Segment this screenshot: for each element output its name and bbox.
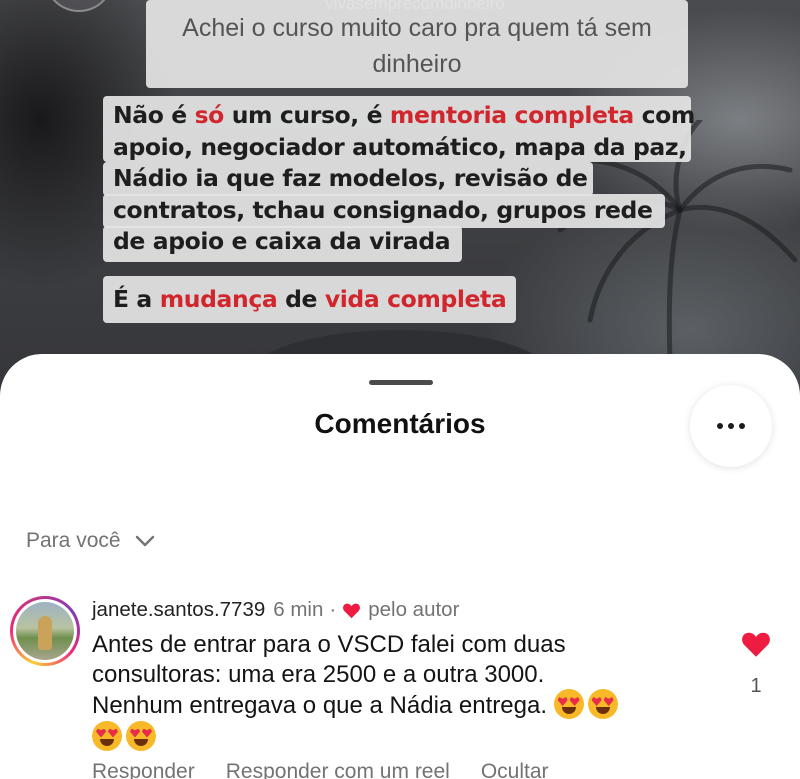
comment-line-4 — [92, 720, 692, 753]
sort-filter-dropdown[interactable]: Para você — [26, 528, 155, 554]
avatar-figure — [38, 616, 52, 650]
comment-line-1: Antes de entrar para o VSCD falei com du… — [92, 631, 566, 658]
heart-eyes-emoji — [553, 689, 584, 719]
comment-line-3: Nenhum entregava o que a Nádia entrega. — [92, 692, 547, 719]
reply-with-reel-button[interactable]: Responder com um reel — [226, 760, 450, 779]
answer-line-3: Nádio ia que faz modelos, revisão de — [113, 164, 588, 192]
reply-button[interactable]: Responder — [92, 760, 195, 779]
comment-timestamp: 6 min — [273, 598, 324, 621]
comment-actions: Responder Responder com um reel Ocultar — [92, 760, 549, 779]
sheet-drag-handle[interactable] — [369, 380, 433, 385]
heart-eyes-emoji — [92, 720, 122, 751]
comment-text: Antes de entrar para o VSCD falei com du… — [92, 630, 692, 752]
sheet-title: Comentários — [314, 408, 486, 439]
more-options-button[interactable] — [690, 385, 772, 467]
comment-separator: · — [329, 598, 337, 621]
comment-line-2: consultoras: uma era 2500 e a outra 3000… — [92, 660, 545, 688]
answer-line-5: de apoio e caixa da virada — [113, 227, 451, 255]
comment-username[interactable]: janete.santos.7739 — [92, 598, 265, 622]
liked-by-author-heart-icon — [343, 603, 361, 618]
answer-line-2: apoio, negociador automático, mapa da pa… — [113, 132, 687, 161]
question-sticker-text: Achei o curso muito caro pra quem tá sem… — [182, 14, 652, 78]
answer-line-1: Não é só um curso, é mentoria completa c… — [113, 101, 695, 129]
chevron-down-icon — [135, 535, 154, 547]
heart-eyes-emoji — [587, 689, 618, 719]
more-dot — [728, 423, 734, 429]
comment-line-3-wrap: Nenhum entregava o que a Nádia entrega. — [92, 689, 692, 721]
more-dot — [739, 423, 745, 429]
sort-filter-label: Para você — [26, 529, 121, 552]
avatar-ring-inner — [13, 599, 77, 663]
tagline-caption: É a mudança de vida completa — [113, 285, 507, 313]
hide-button[interactable]: Ocultar — [481, 760, 549, 779]
more-horizontal-icon — [717, 423, 723, 429]
answer-caption: Não é só um curso, é mentoria completa c… — [113, 100, 713, 258]
heart-eyes-emoji — [126, 720, 156, 751]
comment-header: janete.santos.7739 6 min · pelo autor — [92, 597, 459, 623]
like-heart-icon[interactable] — [740, 630, 772, 658]
liked-by-author-label: pelo autor — [368, 598, 460, 621]
like-count: 1 — [750, 675, 762, 697]
avatar-photo — [16, 602, 74, 660]
reel-author-avatar[interactable] — [44, 0, 114, 12]
answer-line-4: contratos, tchau consignado, grupos rede — [113, 195, 653, 224]
commenter-avatar[interactable] — [10, 596, 80, 666]
